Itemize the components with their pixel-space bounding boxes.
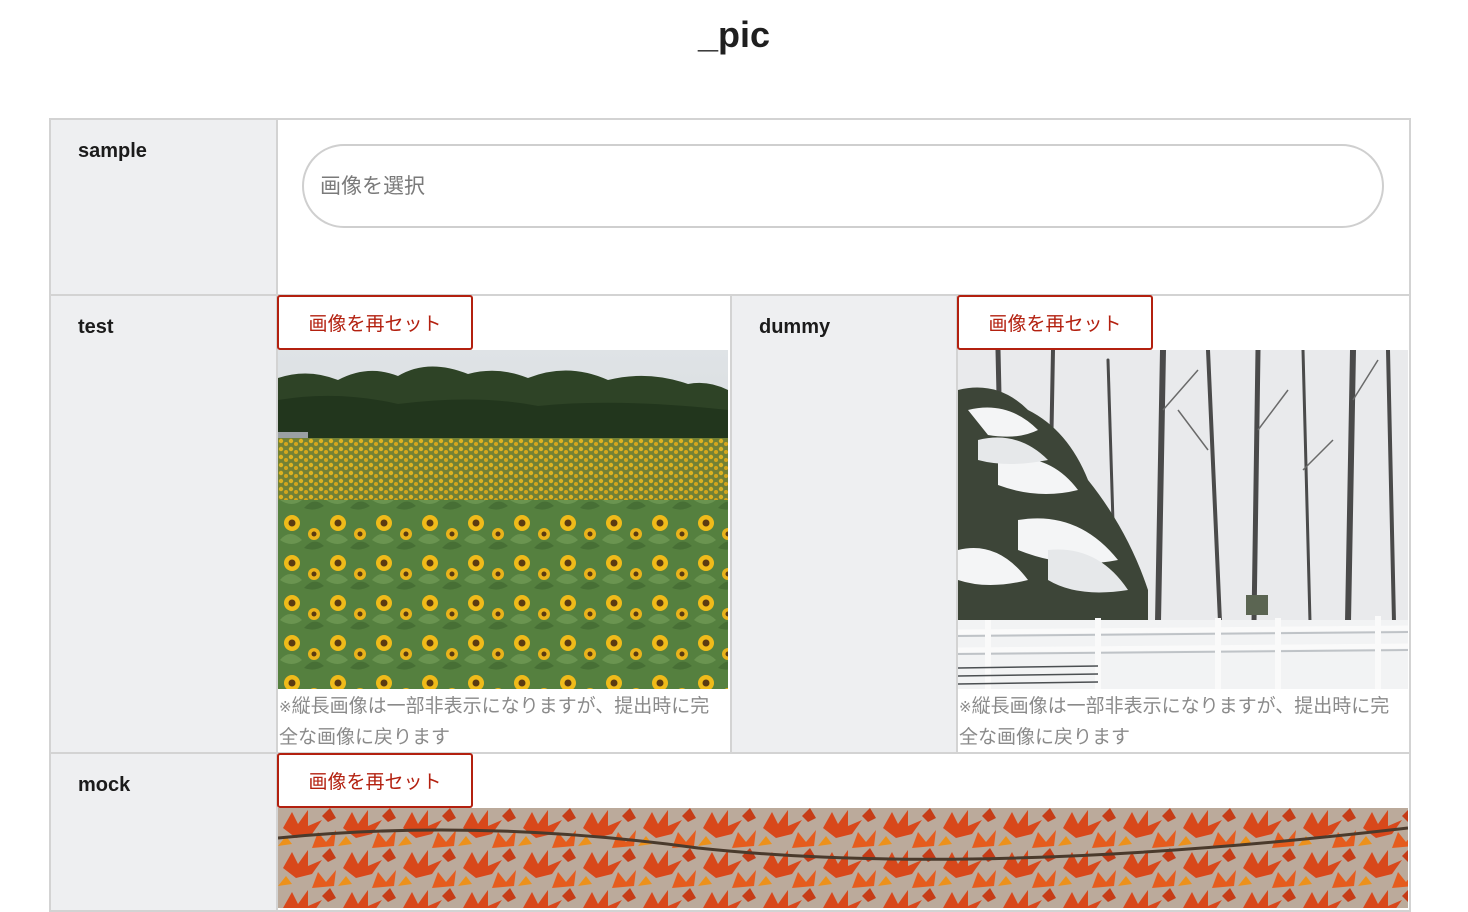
value-cell-test: 画像を再セット ※縦長画像は一部非表示になりますが、提出時に完全な画像に戻ります <box>276 294 732 754</box>
sunflower-field-photo <box>278 350 728 689</box>
note-mark: ※ <box>279 698 292 716</box>
form-grid: sample test 画像を再セット <box>49 118 1411 912</box>
note-text: 縦長画像は一部非表示になりますが、提出時に完全な画像に戻ります <box>279 695 710 748</box>
portrait-image-note-test: ※縦長画像は一部非表示になりますが、提出時に完全な画像に戻ります <box>278 691 728 752</box>
field-label-sample: sample <box>78 140 147 162</box>
label-cell-test: test <box>49 294 278 754</box>
label-cell-sample: sample <box>49 118 278 296</box>
label-cell-mock: mock <box>49 752 278 912</box>
reset-image-button-mock[interactable]: 画像を再セット <box>277 753 473 808</box>
field-label-test: test <box>78 316 114 338</box>
note-text: 縦長画像は一部非表示になりますが、提出時に完全な画像に戻ります <box>959 695 1390 748</box>
autumn-maple-leaves-photo <box>278 808 1408 908</box>
portrait-image-note-dummy: ※縦長画像は一部非表示になりますが、提出時に完全な画像に戻ります <box>958 691 1408 752</box>
label-cell-dummy: dummy <box>730 294 958 754</box>
snowy-forest-photo <box>958 350 1408 689</box>
value-cell-dummy: 画像を再セット ※縦長画像は一部非表示になりますが、提出時に完全な画像に戻ります <box>956 294 1411 754</box>
note-mark: ※ <box>959 698 972 716</box>
image-select-input[interactable] <box>302 144 1384 228</box>
reset-image-button-test[interactable]: 画像を再セット <box>277 295 473 350</box>
field-label-mock: mock <box>78 774 131 796</box>
value-cell-mock: 画像を再セット <box>276 752 1411 912</box>
value-cell-sample <box>276 118 1411 296</box>
page-title: _pic <box>697 14 771 55</box>
field-label-dummy: dummy <box>759 316 831 338</box>
reset-image-button-dummy[interactable]: 画像を再セット <box>957 295 1153 350</box>
